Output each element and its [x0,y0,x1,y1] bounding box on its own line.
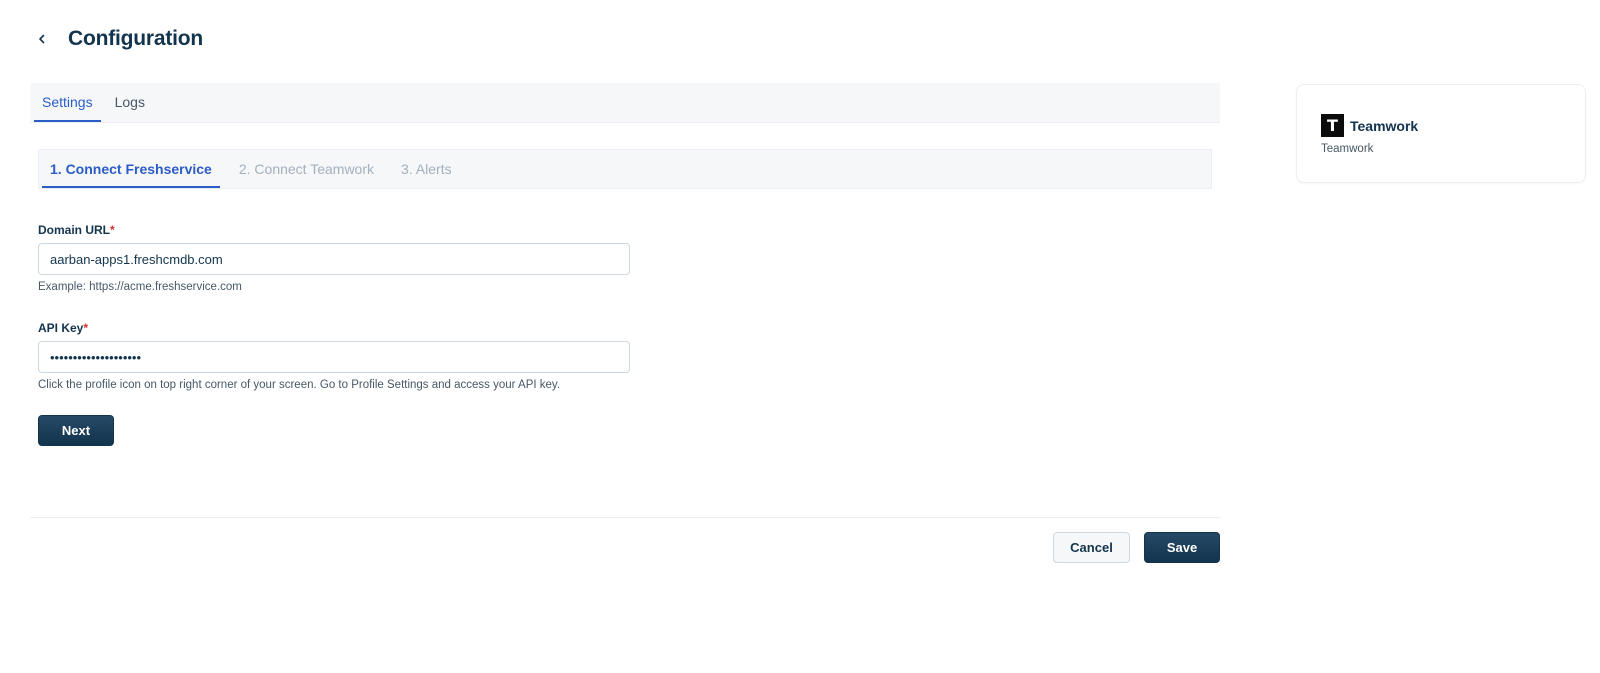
chevron-left-icon [39,34,45,44]
integration-subtitle: Teamwork [1321,143,1374,155]
integration-brand: T Teamwork [1321,114,1418,137]
api-key-field-group: API Key* Click the profile icon on top r… [38,321,630,391]
footer-divider [30,517,1220,518]
save-button[interactable]: Save [1144,532,1220,563]
cancel-button[interactable]: Cancel [1053,532,1130,563]
api-key-label: API Key* [38,321,630,335]
tab-logs[interactable]: Logs [107,83,153,122]
domain-url-hint: Example: https://acme.freshservice.com [38,281,242,293]
main-tab-bar: Settings Logs [30,83,1220,123]
required-marker: * [83,321,89,335]
integration-card: T Teamwork Teamwork [1296,84,1586,183]
api-key-label-text: API Key [38,321,84,335]
domain-url-field-group: Domain URL* Example: https://acme.freshs… [38,223,630,293]
next-button[interactable]: Next [38,415,114,446]
api-key-input[interactable] [38,341,630,373]
required-marker: * [110,223,115,237]
teamwork-logo-icon: T [1321,114,1344,137]
page-title: Configuration [68,27,204,50]
domain-url-input[interactable] [38,243,630,275]
domain-url-label-text: Domain URL [38,223,110,237]
step-connect-freshservice[interactable]: 1. Connect Freshservice [42,150,220,188]
step-alerts[interactable]: 3. Alerts [393,150,460,188]
back-button[interactable] [30,27,54,51]
integration-title: Teamwork [1350,117,1419,134]
tab-settings[interactable]: Settings [34,83,101,122]
domain-url-label: Domain URL* [38,223,630,237]
step-connect-teamwork[interactable]: 2. Connect Teamwork [231,150,382,188]
step-tab-bar: 1. Connect Freshservice 2. Connect Teamw… [38,149,1212,189]
api-key-hint: Click the profile icon on top right corn… [38,379,561,391]
page-header: Configuration [30,24,203,54]
